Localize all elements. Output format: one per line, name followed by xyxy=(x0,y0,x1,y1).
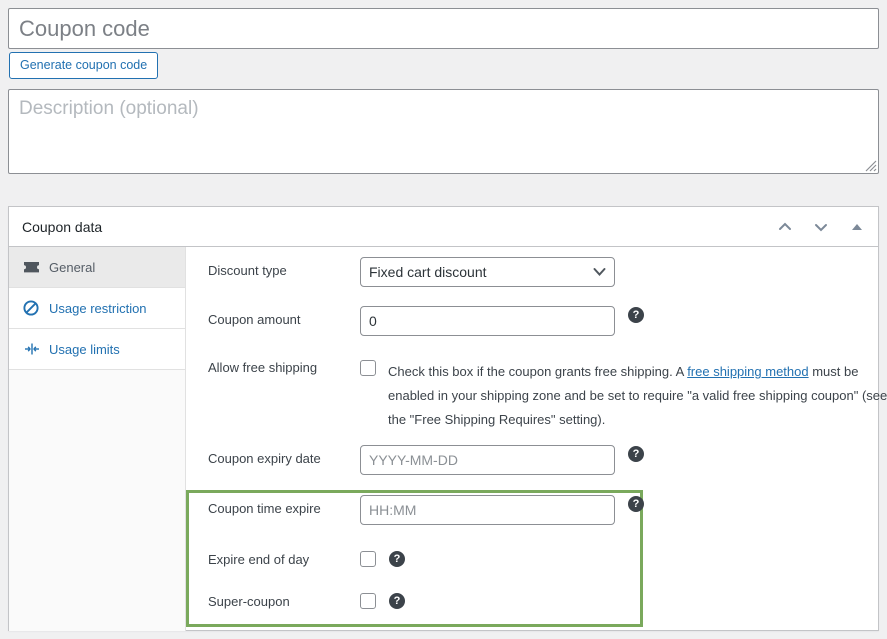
tab-usage-limits-label: Usage limits xyxy=(49,341,120,357)
shipping-text-before: Check this box if the coupon grants free… xyxy=(388,364,688,379)
panel-body: General Usage restriction Usage limits D… xyxy=(9,247,887,631)
coupon-data-panel: Coupon data General Usage restriction Us… xyxy=(8,206,887,631)
coupon-edit-page: Generate coupon code Coupon data xyxy=(0,0,887,639)
panel-title: Coupon data xyxy=(22,218,103,235)
prohibition-icon xyxy=(23,300,45,316)
coupon-data-tabs: General Usage restriction Usage limits xyxy=(9,247,186,631)
field-allow-free-shipping: Allow free shipping Check this box if th… xyxy=(197,354,887,432)
free-shipping-method-link[interactable]: free shipping method xyxy=(687,364,808,379)
usage-limits-icon xyxy=(23,342,45,356)
coupon-time-expire-help-icon[interactable]: ? xyxy=(628,496,644,512)
coupon-expiry-date-label: Coupon expiry date xyxy=(208,451,321,466)
generate-coupon-code-button[interactable]: Generate coupon code xyxy=(9,52,159,79)
tab-usage-restriction[interactable]: Usage restriction xyxy=(9,288,185,329)
coupon-amount-input[interactable] xyxy=(360,306,615,336)
tab-general-label: General xyxy=(49,259,96,275)
ticket-icon xyxy=(23,261,45,274)
chevron-down-icon[interactable] xyxy=(808,214,834,240)
tab-usage-limits[interactable]: Usage limits xyxy=(9,329,185,370)
coupon-amount-help-icon[interactable]: ? xyxy=(628,307,644,323)
coupon-amount-label: Coupon amount xyxy=(208,312,301,327)
description-textarea[interactable] xyxy=(8,89,879,174)
description-field-wrap xyxy=(8,89,879,174)
toggle-panel-icon[interactable] xyxy=(844,214,870,240)
expire-end-of-day-checkbox[interactable] xyxy=(360,551,376,567)
discount-type-label: Discount type xyxy=(208,263,287,278)
discount-type-select[interactable]: Fixed cart discount xyxy=(360,257,615,287)
field-super-coupon: Super-coupon ? xyxy=(197,588,887,609)
super-coupon-checkbox[interactable] xyxy=(360,593,376,609)
super-coupon-label: Super-coupon xyxy=(208,594,290,609)
coupon-code-input[interactable] xyxy=(8,8,879,49)
allow-free-shipping-label: Allow free shipping xyxy=(208,360,318,375)
chevron-up-icon[interactable] xyxy=(772,214,798,240)
tab-usage-restriction-label: Usage restriction xyxy=(49,300,147,316)
allow-free-shipping-description: Check this box if the coupon grants free… xyxy=(388,360,887,432)
field-coupon-expiry-date: Coupon expiry date ? xyxy=(197,445,887,475)
field-coupon-time-expire: Coupon time expire ? xyxy=(197,495,887,525)
field-expire-end-of-day: Expire end of day ? xyxy=(197,546,887,567)
coupon-expiry-date-help-icon[interactable]: ? xyxy=(628,446,644,462)
tab-general[interactable]: General xyxy=(9,247,185,288)
coupon-expiry-date-input[interactable] xyxy=(360,445,615,475)
coupon-time-expire-input[interactable] xyxy=(360,495,615,525)
general-fields: Discount type Fixed cart discount Coupon… xyxy=(186,247,887,631)
allow-free-shipping-checkbox[interactable] xyxy=(360,360,376,376)
panel-controls xyxy=(772,207,870,246)
field-discount-type: Discount type Fixed cart discount xyxy=(197,257,887,287)
expire-end-of-day-label: Expire end of day xyxy=(208,552,310,567)
field-coupon-amount: Coupon amount ? xyxy=(197,306,887,336)
coupon-time-expire-label: Coupon time expire xyxy=(208,501,321,516)
panel-header: Coupon data xyxy=(9,207,878,247)
coupon-code-field-wrap xyxy=(8,8,879,49)
expire-end-of-day-help-icon[interactable]: ? xyxy=(389,551,405,567)
super-coupon-help-icon[interactable]: ? xyxy=(389,593,405,609)
